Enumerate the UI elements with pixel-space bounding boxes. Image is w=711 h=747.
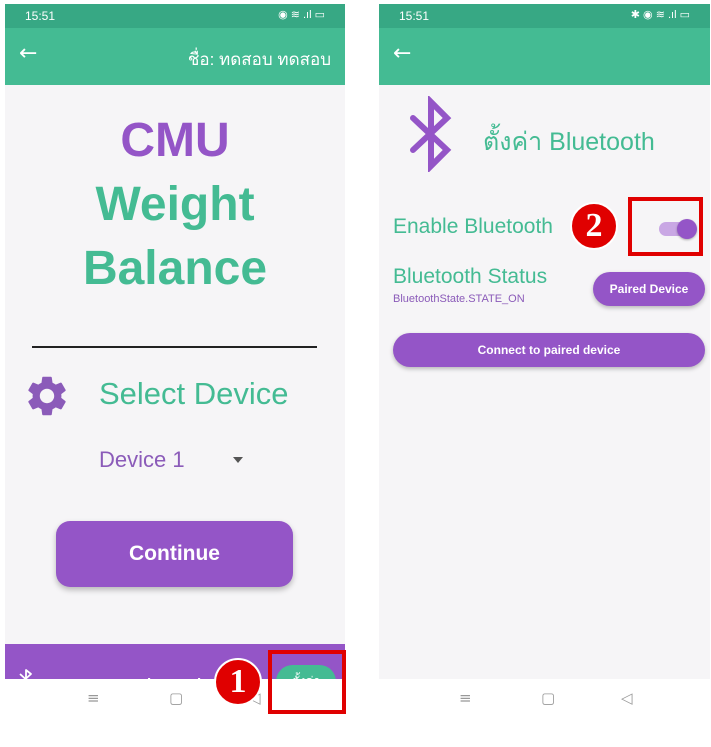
left-screen: 15:51 ◉ ≋ .ıl ▭ ← ชื่อ: ทดสอบ ทดสอบ CMU … bbox=[5, 4, 345, 719]
gear-icon bbox=[28, 376, 66, 416]
dropdown-caret-icon[interactable] bbox=[233, 457, 243, 463]
heading-line-3: Balance bbox=[82, 242, 268, 295]
nav-menu-icon[interactable]: ≡ bbox=[459, 689, 472, 707]
step-badge-2: 2 bbox=[570, 202, 618, 250]
bluetooth-settings-title: ตั้งค่า Bluetooth bbox=[483, 128, 655, 156]
nav-back-icon[interactable]: ◁ bbox=[621, 689, 633, 707]
step-badge-1: 1 bbox=[214, 658, 262, 706]
app-bar: ← ชื่อ: ทดสอบ ทดสอบ bbox=[5, 28, 345, 85]
status-icons: ◉ ≋ .ıl ▭ bbox=[278, 9, 325, 21]
bluetooth-status-value: BluetoothState.STATE_ON bbox=[393, 293, 525, 305]
back-arrow-icon[interactable]: ← bbox=[19, 42, 37, 66]
device-dropdown-value[interactable]: Device 1 bbox=[99, 447, 185, 473]
app-bar: ← bbox=[379, 28, 710, 85]
status-time: 15:51 bbox=[399, 9, 430, 23]
select-device-label: Select Device bbox=[99, 376, 289, 411]
status-bar: 15:51 ✱ ◉ ≋ .ıl ▭ bbox=[379, 4, 710, 28]
highlight-box-toggle bbox=[628, 197, 703, 256]
status-icons: ✱ ◉ ≋ .ıl ▭ bbox=[630, 9, 690, 21]
bluetooth-icon bbox=[410, 96, 452, 172]
continue-button[interactable]: Continue bbox=[56, 521, 293, 587]
nav-home-icon[interactable]: ▢ bbox=[169, 689, 183, 707]
enable-bluetooth-label: Enable Bluetooth bbox=[393, 215, 553, 238]
system-nav-bar: ≡ ▢ ◁ bbox=[379, 679, 710, 719]
divider bbox=[32, 346, 317, 348]
right-screen: 15:51 ✱ ◉ ≋ .ıl ▭ ← ตั้งค่า Bluetooth En… bbox=[379, 4, 710, 719]
app-bar-title: ชื่อ: ทดสอบ ทดสอบ bbox=[187, 50, 331, 69]
connect-paired-device-button[interactable]: Connect to paired device bbox=[393, 333, 705, 367]
heading-line-2: Weight bbox=[95, 178, 255, 231]
paired-device-button[interactable]: Paired Device bbox=[593, 272, 705, 306]
nav-home-icon[interactable]: ▢ bbox=[541, 689, 555, 707]
nav-menu-icon[interactable]: ≡ bbox=[87, 689, 100, 707]
back-arrow-icon[interactable]: ← bbox=[393, 42, 411, 66]
status-bar: 15:51 ◉ ≋ .ıl ▭ bbox=[5, 4, 345, 28]
highlight-box-settings bbox=[268, 650, 346, 714]
bluetooth-status-label: Bluetooth Status bbox=[393, 265, 548, 288]
status-time: 15:51 bbox=[25, 9, 56, 23]
heading-line-1: CMU bbox=[120, 114, 230, 167]
